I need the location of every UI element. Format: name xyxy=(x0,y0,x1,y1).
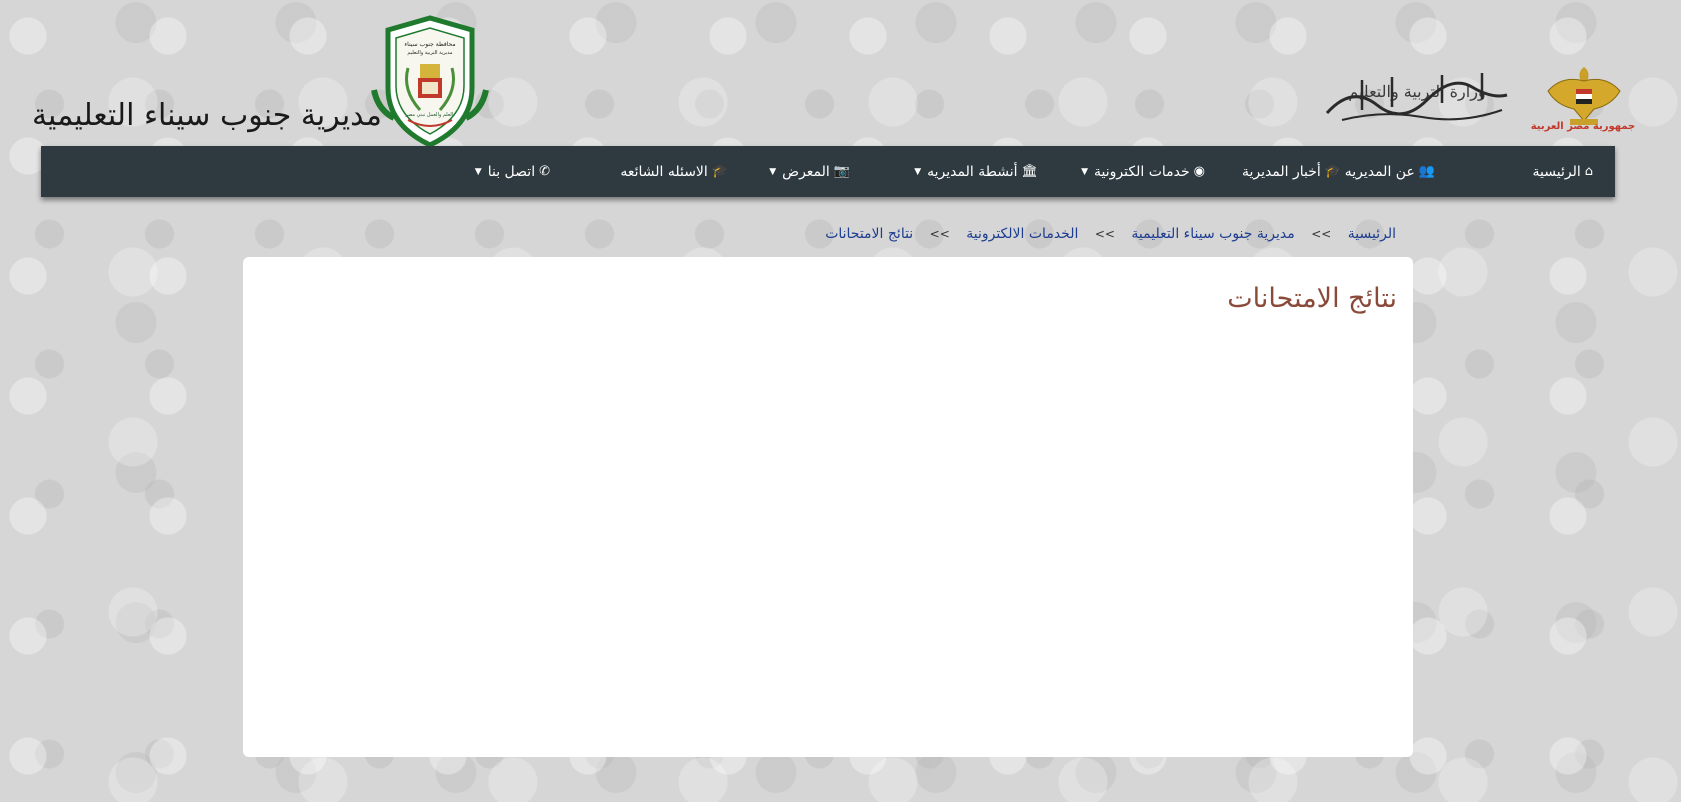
nav-item-label: المعرض xyxy=(782,163,830,180)
phone-icon: ✆ xyxy=(539,164,550,179)
nav-item-label: الاسئله الشائعه xyxy=(620,163,708,180)
breadcrumb: الرئيسية >> مديرية جنوب سيناء التعليمية … xyxy=(825,226,1396,242)
ministry-calligraphy-icon: وزارة التربية والتعليم xyxy=(1325,73,1508,121)
svg-text:مديرية التربية والتعليم: مديرية التربية والتعليم xyxy=(407,50,453,56)
nav-item-home[interactable]: ⌂ الرئيسية xyxy=(1533,146,1594,197)
camera-icon: 📷 xyxy=(833,164,850,179)
caret-down-icon: ▼ xyxy=(474,166,482,177)
breadcrumb-e-services[interactable]: الخدمات الالكترونية xyxy=(966,226,1078,242)
site-title: مديرية جنوب سيناء التعليمية xyxy=(31,98,382,133)
caret-down-icon: ▼ xyxy=(769,166,777,177)
globe-icon: ◉ xyxy=(1193,164,1205,179)
nav-item-label: أنشطة المديريه xyxy=(927,163,1018,180)
breadcrumb-separator: >> xyxy=(1094,227,1115,241)
directorate-crest-icon: محافظة جنوب سيناء مديرية التربية والتعلي… xyxy=(371,15,489,148)
nav-item-label: اتصل بنا xyxy=(487,163,536,180)
nav-item-label: الرئيسية xyxy=(1532,163,1581,180)
ministry-logo[interactable]: وزارة التربية والتعليم جمهورية مصر العرب… xyxy=(1322,55,1652,135)
graduation-cap-icon: 🎓 xyxy=(1324,164,1341,179)
institution-icon: 🏛 xyxy=(1021,164,1038,179)
nav-item-news[interactable]: 🎓 أخبار المديرية xyxy=(1242,146,1341,197)
breadcrumb-separator: >> xyxy=(929,227,950,241)
breadcrumb-home[interactable]: الرئيسية xyxy=(1348,226,1396,242)
users-icon: 👥 xyxy=(1418,164,1435,179)
main-navbar: ⌂ الرئيسية 👥 عن المديريه ▼ 🎓 أخبار المدي… xyxy=(41,146,1615,197)
page-title: نتائج الامتحانات xyxy=(1227,283,1397,314)
site-header: مديرية جنوب سيناء التعليمية محافظة جنوب … xyxy=(0,0,1681,148)
nav-item-label: خدمات الكترونية xyxy=(1094,163,1190,180)
nav-item-gallery[interactable]: 📷 المعرض ▼ xyxy=(769,146,850,197)
nav-item-label: عن المديريه xyxy=(1344,163,1415,180)
breadcrumb-separator: >> xyxy=(1311,227,1332,241)
svg-text:وزارة التربية والتعليم: وزارة التربية والتعليم xyxy=(1348,82,1485,101)
nav-item-e-services[interactable]: ◉ خدمات الكترونية ▼ xyxy=(1081,146,1205,197)
republic-label: جمهورية مصر العربية xyxy=(1530,121,1636,132)
site-logo[interactable]: مديرية جنوب سيناء التعليمية محافظة جنوب … xyxy=(31,10,492,148)
nav-item-faq[interactable]: 🎓 الاسئله الشائعه xyxy=(620,146,728,197)
home-icon: ⌂ xyxy=(1584,164,1593,179)
caret-down-icon: ▼ xyxy=(914,166,922,177)
nav-item-contact[interactable]: ✆ اتصل بنا ▼ xyxy=(475,146,550,197)
nav-item-label: أخبار المديرية xyxy=(1241,163,1321,180)
nav-item-about[interactable]: 👥 عن المديريه ▼ xyxy=(1332,146,1435,197)
content-panel: نتائج الامتحانات xyxy=(243,257,1413,757)
svg-text:محافظة جنوب سيناء: محافظة جنوب سيناء xyxy=(404,41,455,48)
breadcrumb-directorate[interactable]: مديرية جنوب سيناء التعليمية xyxy=(1131,226,1294,242)
graduation-cap-icon: 🎓 xyxy=(711,164,728,179)
breadcrumb-current: نتائج الامتحانات xyxy=(825,226,914,242)
svg-text:بالعلم والعمل نبني مصر: بالعلم والعمل نبني مصر xyxy=(404,112,454,118)
caret-down-icon: ▼ xyxy=(1081,166,1089,177)
nav-item-activities[interactable]: 🏛 أنشطة المديريه ▼ xyxy=(914,146,1038,197)
